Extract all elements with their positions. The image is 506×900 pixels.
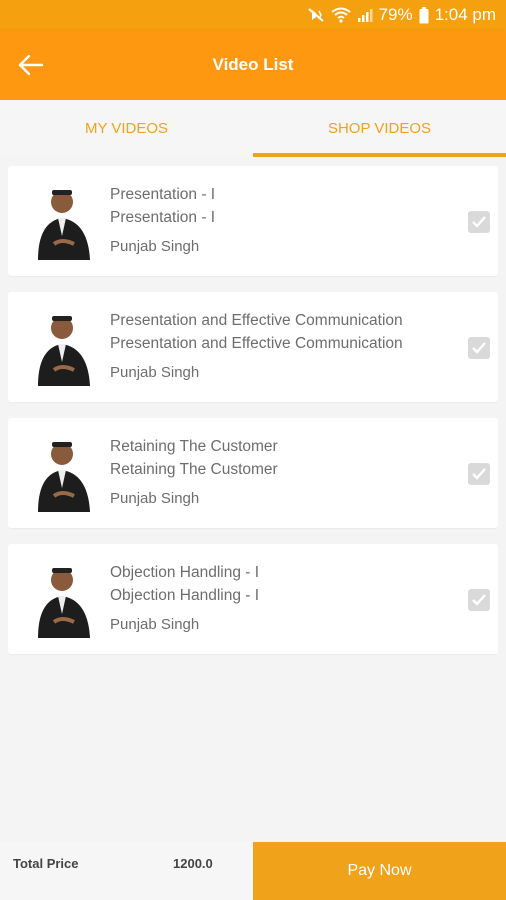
app-bar: Video List — [0, 30, 506, 100]
video-title: Objection Handling - I — [110, 564, 260, 581]
status-bar: 79% 1:04 pm — [0, 0, 506, 30]
tab-shop-videos[interactable]: SHOP VIDEOS — [253, 100, 506, 157]
check-icon — [472, 342, 486, 354]
tab-my-videos[interactable]: MY VIDEOS — [0, 100, 253, 157]
battery-icon — [419, 6, 429, 24]
page-title: Video List — [212, 55, 294, 74]
select-checkbox[interactable] — [468, 463, 490, 485]
video-author: Punjab Singh — [110, 364, 200, 381]
wifi-icon — [330, 7, 351, 23]
video-thumbnail — [32, 184, 96, 260]
back-button[interactable] — [16, 50, 46, 80]
video-thumbnail — [32, 310, 96, 386]
signal-icon — [357, 7, 373, 23]
video-thumbnail — [32, 436, 96, 512]
video-thumbnail — [32, 562, 96, 638]
clock-time: 1:04 pm — [434, 5, 496, 24]
video-subtitle: Presentation and Effective Communication — [110, 335, 403, 352]
select-checkbox[interactable] — [468, 589, 490, 611]
select-checkbox[interactable] — [468, 211, 490, 233]
video-list-item[interactable]: Retaining The Customer Retaining The Cus… — [8, 418, 498, 528]
video-list-item[interactable]: Presentation and Effective Communication… — [8, 292, 498, 402]
vibrate-mute-icon — [307, 7, 325, 23]
video-title: Presentation - I — [110, 186, 216, 203]
total-price-value: 1200.0 — [173, 856, 213, 871]
video-list-item[interactable]: Objection Handling - I Objection Handlin… — [8, 544, 498, 654]
total-price-label: Total Price — [13, 856, 79, 871]
total-section: Total Price 1200.0 — [0, 842, 253, 900]
video-subtitle: Objection Handling - I — [110, 587, 260, 604]
tab-bar: MY VIDEOS SHOP VIDEOS — [0, 100, 506, 157]
checkout-footer: Total Price 1200.0 Pay Now — [0, 842, 506, 900]
battery-percent: 79% — [378, 5, 413, 24]
video-list-item[interactable]: Presentation - I Presentation - I Punjab… — [8, 166, 498, 276]
video-author: Punjab Singh — [110, 490, 200, 507]
video-title: Retaining The Customer — [110, 438, 278, 455]
check-icon — [472, 594, 486, 606]
check-icon — [472, 468, 486, 480]
arrow-left-icon — [18, 54, 44, 76]
pay-now-button[interactable]: Pay Now — [253, 842, 506, 900]
video-subtitle: Retaining The Customer — [110, 461, 278, 478]
check-icon — [472, 216, 486, 228]
video-title: Presentation and Effective Communication — [110, 312, 403, 329]
video-subtitle: Presentation - I — [110, 209, 216, 226]
video-author: Punjab Singh — [110, 616, 200, 633]
select-checkbox[interactable] — [468, 337, 490, 359]
video-author: Punjab Singh — [110, 238, 200, 255]
